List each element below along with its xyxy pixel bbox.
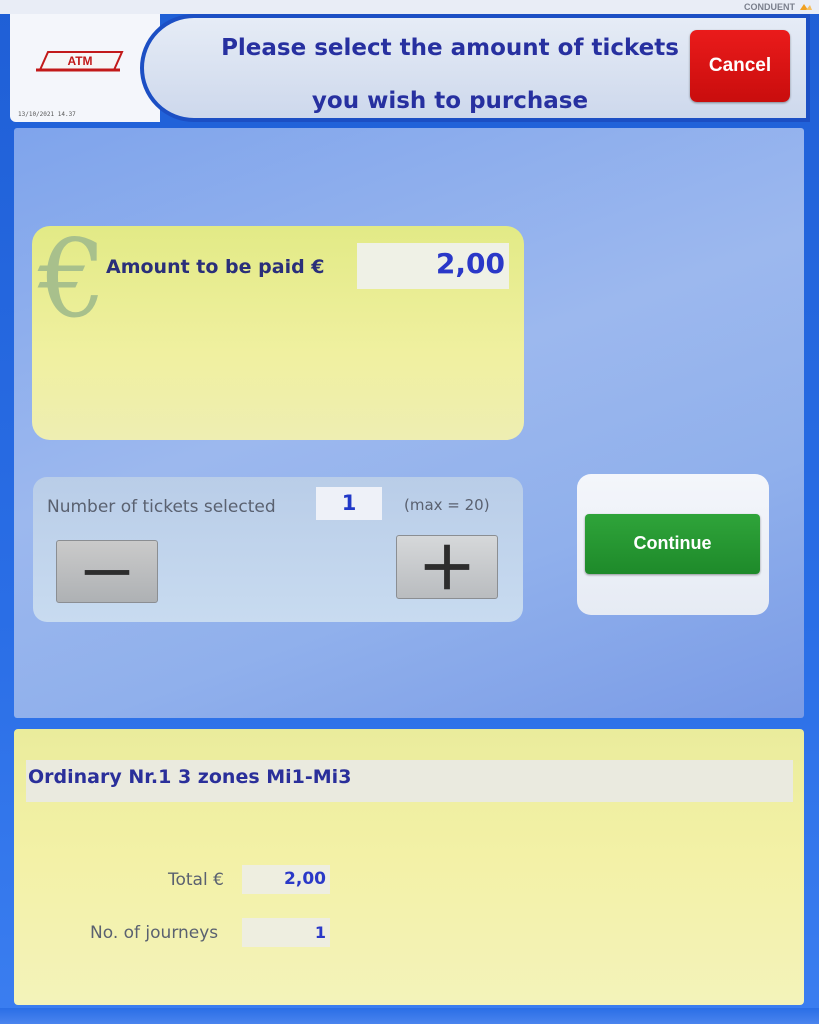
tickets-label: Number of tickets selected xyxy=(47,497,276,517)
total-label: Total € xyxy=(168,870,224,890)
journeys-value: 1 xyxy=(242,918,330,947)
journeys-label: No. of journeys xyxy=(90,923,219,943)
header-logo-area: ATM 13/10/2021 14.37 xyxy=(10,14,160,122)
tickets-count: 1 xyxy=(316,487,382,520)
total-value: 2,00 xyxy=(242,865,330,894)
brand-label: CONDUENT xyxy=(744,2,795,12)
euro-icon: € xyxy=(38,217,107,342)
plus-icon xyxy=(424,544,470,590)
conduent-logo-icon xyxy=(800,4,812,10)
datetime: 13/10/2021 14.37 xyxy=(18,111,76,118)
atm-logo: ATM xyxy=(36,51,124,72)
ticket-title: Ordinary Nr.1 3 zones Mi1-Mi3 xyxy=(28,766,352,788)
continue-button[interactable]: Continue xyxy=(585,514,760,574)
decrease-button[interactable] xyxy=(56,540,158,603)
page-title: Please select the amount of tickets you … xyxy=(150,22,750,128)
tickets-max: (max = 20) xyxy=(404,496,490,514)
cancel-button[interactable]: Cancel xyxy=(690,30,790,102)
page-title-line2: you wish to purchase xyxy=(311,88,589,114)
page-title-line1: Please select the amount of tickets xyxy=(221,35,679,61)
increase-button[interactable] xyxy=(396,535,498,599)
top-strip xyxy=(0,0,819,14)
brand: CONDUENT xyxy=(744,0,813,14)
bottom-strip xyxy=(0,1008,819,1024)
logo-text: ATM xyxy=(67,54,92,68)
minus-icon xyxy=(84,570,130,575)
amount-value: 2,00 xyxy=(357,243,509,289)
amount-label: Amount to be paid € xyxy=(106,256,325,278)
